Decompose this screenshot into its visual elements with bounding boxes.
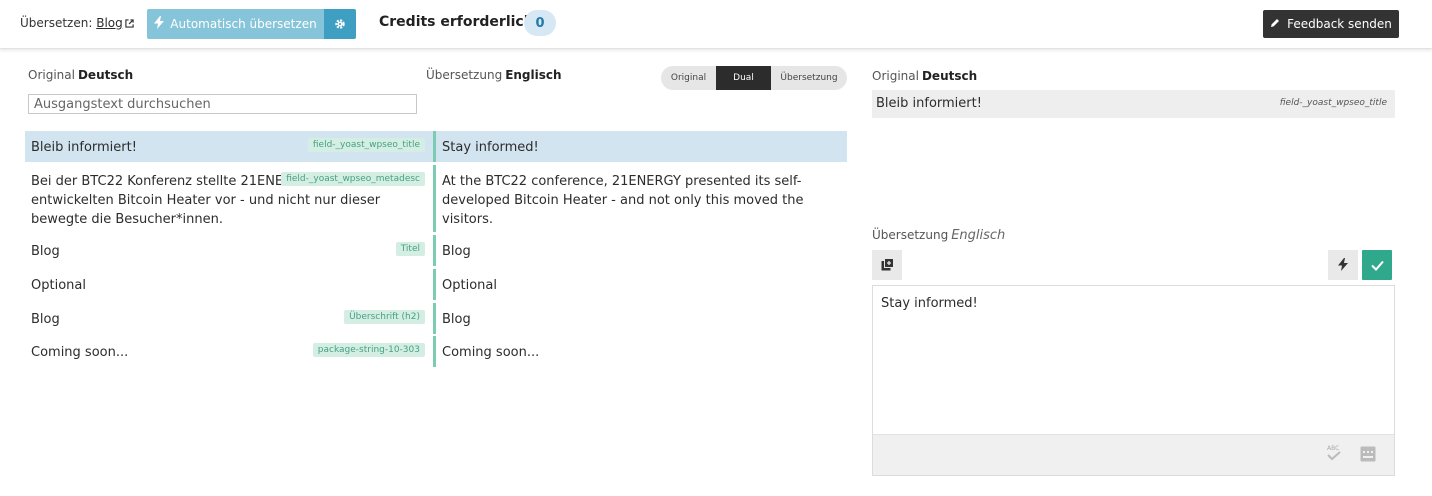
external-link-icon[interactable]: [125, 17, 134, 31]
row-field-tag: field-_yoast_wpseo_title: [307, 138, 425, 152]
detail-original-label: Original: [872, 69, 919, 83]
original-label: Original: [28, 68, 75, 82]
pencil-icon: [1270, 17, 1280, 31]
translation-label: Übersetzung: [426, 68, 503, 82]
original-column-header: Original Deutsch: [28, 68, 133, 82]
copy-icon: [881, 256, 894, 275]
row-target-text: Blog: [442, 312, 471, 327]
auto-translate-settings-button[interactable]: [324, 9, 356, 39]
detail-translation-header: Übersetzung Englisch: [872, 228, 1005, 243]
row-field-tag: field-_yoast_wpseo_metadesc: [281, 172, 425, 186]
credits-label: Credits erforderlich: [379, 14, 534, 30]
gear-icon: [334, 15, 346, 34]
row-target-text: Stay informed!: [442, 140, 539, 155]
bolt-icon: [154, 16, 165, 32]
view-original-option[interactable]: Original: [661, 66, 716, 90]
string-row[interactable]: Bei der BTC22 Konferenz stellte 21ENERGY…: [25, 165, 847, 232]
spellcheck-icon[interactable]: ABC: [1326, 444, 1342, 466]
string-row[interactable]: Coming soon... package-string-10-303 Com…: [25, 336, 847, 367]
detail-translation-label: Übersetzung: [872, 228, 949, 242]
view-translation-option[interactable]: Übersetzung: [771, 66, 847, 90]
editor-footer: ABC: [873, 434, 1394, 475]
auto-translate-button[interactable]: Automatisch übersetzen: [147, 9, 324, 39]
row-target-text: Optional: [442, 278, 497, 293]
row-divider: [433, 131, 436, 162]
row-target-text: Blog: [442, 244, 471, 259]
row-field-tag: Überschrift (h2): [344, 310, 425, 324]
row-divider: [433, 269, 436, 300]
feedback-label: Feedback senden: [1287, 17, 1392, 31]
bolt-icon: [1338, 256, 1348, 275]
translate-link[interactable]: Blog: [96, 16, 123, 30]
original-language: Deutsch: [77, 68, 134, 82]
machine-translate-button[interactable]: [1328, 250, 1358, 280]
view-mode-toggle: Original Dual Übersetzung: [661, 66, 847, 90]
detail-translation-language: Englisch: [951, 228, 1006, 243]
translation-column-header: Übersetzung Englisch: [426, 68, 562, 82]
feedback-button[interactable]: Feedback senden: [1263, 10, 1399, 38]
row-field-tag: package-string-10-303: [312, 343, 425, 357]
string-row[interactable]: Optional Optional: [25, 269, 847, 300]
row-field-tag: Titel: [395, 242, 425, 256]
string-row[interactable]: Bleib informiert! field-_yoast_wpseo_tit…: [25, 131, 847, 162]
detail-source-text: Bleib informiert!: [876, 96, 982, 111]
source-search-input[interactable]: [28, 94, 417, 114]
keyboard-icon[interactable]: [1360, 446, 1376, 466]
row-source-text: Optional: [31, 278, 86, 293]
detail-original-header: Original Deutsch: [872, 69, 977, 83]
row-divider: [433, 303, 436, 334]
credits-badge: 0: [524, 10, 556, 36]
detail-source-box: Bleib informiert! field-_yoast_wpseo_tit…: [872, 90, 1395, 118]
translate-target: Übersetzen: Blog: [20, 16, 134, 31]
check-icon: [1370, 256, 1384, 275]
top-bar: Übersetzen: Blog Automatisch übersetzen …: [0, 0, 1432, 49]
translation-editor-text[interactable]: Stay informed!: [881, 296, 978, 311]
row-source-text: Blog: [31, 244, 60, 259]
row-divider: [433, 165, 436, 232]
detail-source-field: field-_yoast_wpseo_title: [1279, 98, 1387, 108]
translate-prefix: Übersetzen:: [20, 16, 93, 30]
translation-editor[interactable]: Stay informed! ABC: [872, 285, 1395, 476]
copy-source-button[interactable]: [872, 250, 902, 280]
auto-translate-label: Automatisch übersetzen: [170, 17, 317, 31]
save-translation-button[interactable]: [1362, 250, 1392, 280]
row-target-text: At the BTC22 conference, 21ENERGY presen…: [442, 174, 804, 227]
row-divider: [433, 235, 436, 266]
string-row[interactable]: Blog Titel Blog: [25, 235, 847, 266]
row-target-text: Coming soon...: [442, 345, 540, 360]
translation-language: Englisch: [505, 68, 562, 82]
detail-original-language: Deutsch: [921, 69, 978, 83]
svg-text:ABC: ABC: [1327, 445, 1339, 452]
string-row[interactable]: Blog Überschrift (h2) Blog: [25, 303, 847, 334]
row-divider: [433, 336, 436, 367]
view-dual-option[interactable]: Dual: [716, 66, 771, 90]
